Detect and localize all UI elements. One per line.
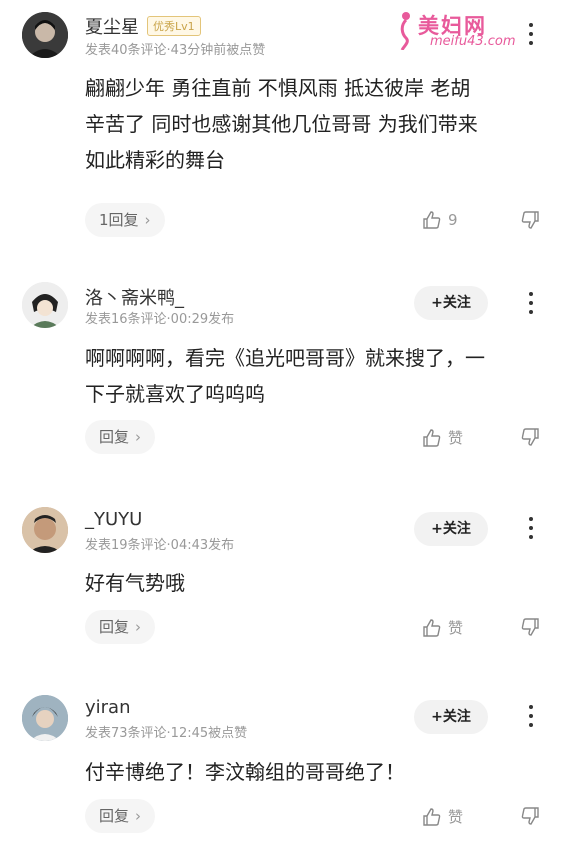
thumbs-down-icon: [521, 807, 539, 825]
comment-meta: 发表19条评论·04:43发布: [85, 538, 235, 553]
username[interactable]: yiran: [85, 697, 131, 718]
more-vertical-icon[interactable]: [524, 516, 538, 542]
thumbs-down-icon: [521, 618, 539, 636]
username[interactable]: _YUYU: [85, 509, 142, 530]
follow-button[interactable]: +关注: [414, 286, 488, 320]
thumbs-down-icon: [521, 211, 539, 229]
avatar[interactable]: [22, 695, 68, 741]
like-button[interactable]: 赞: [422, 806, 463, 827]
comment-item: 夏尘星 优秀Lv1 发表40条评论·43分钟前被点赞 翩翩少年 勇往直前 不惧风雨…: [0, 0, 566, 250]
comment-text: 好有气势哦: [85, 571, 185, 595]
more-vertical-icon[interactable]: [524, 704, 538, 730]
more-vertical-icon[interactable]: [524, 291, 538, 317]
level-badge: 优秀Lv1: [147, 16, 201, 36]
username[interactable]: 洛丶斋米鸭_: [85, 284, 184, 310]
reply-button[interactable]: 回复 ›: [85, 420, 156, 454]
chevron-right-icon: ›: [144, 211, 151, 229]
like-button[interactable]: 赞: [422, 427, 463, 448]
follow-button[interactable]: +关注: [414, 512, 488, 546]
comment-text: 啊啊啊啊，看完《追光吧哥哥》就来搜了，一 下子就喜欢了呜呜呜: [85, 346, 485, 406]
thumbs-up-icon: [423, 618, 441, 637]
avatar[interactable]: [22, 12, 68, 58]
chevron-right-icon: ›: [135, 618, 142, 636]
dislike-button[interactable]: [520, 427, 540, 447]
chevron-right-icon: ›: [135, 428, 142, 446]
comment-text: 付辛博绝了！李汶翰组的哥哥绝了！: [85, 760, 405, 784]
chevron-right-icon: ›: [135, 807, 142, 825]
comment-item: 洛丶斋米鸭_ 发表16条评论·00:29发布 +关注 啊啊啊啊，看完《追光吧哥哥…: [0, 265, 566, 465]
reply-button[interactable]: 回复 ›: [85, 610, 156, 644]
thumbs-up-icon: [423, 211, 441, 229]
follow-button[interactable]: +关注: [414, 700, 488, 734]
reply-button[interactable]: 回复 ›: [85, 799, 156, 833]
thumbs-down-icon: [521, 428, 539, 446]
like-button[interactable]: 赞: [422, 617, 463, 638]
comment-item: _YUYU 发表19条评论·04:43发布 +关注 好有气势哦 回复 › 赞: [0, 490, 566, 660]
comment-meta: 发表16条评论·00:29发布: [85, 312, 235, 327]
avatar[interactable]: [22, 507, 68, 553]
comment-meta: 发表73条评论·12:45被点赞: [85, 726, 248, 741]
more-vertical-icon[interactable]: [524, 22, 538, 48]
username[interactable]: 夏尘星 优秀Lv1: [85, 13, 201, 39]
reply-button[interactable]: 1回复 ›: [85, 203, 165, 237]
avatar[interactable]: [22, 282, 68, 328]
dislike-button[interactable]: [520, 806, 540, 826]
comment-meta: 发表40条评论·43分钟前被点赞: [85, 43, 266, 58]
like-button[interactable]: 9: [422, 210, 458, 230]
comment-text: 翩翩少年 勇往直前 不惧风雨 抵达彼岸 老胡 辛苦了 同时也感谢其他几位哥哥 为我…: [85, 76, 478, 172]
thumbs-up-icon: [423, 807, 441, 826]
dislike-button[interactable]: [520, 617, 540, 637]
thumbs-up-icon: [423, 428, 441, 447]
comment-item: yiran 发表73条评论·12:45被点赞 +关注 付辛博绝了！李汶翰组的哥哥…: [0, 678, 566, 858]
dislike-button[interactable]: [520, 210, 540, 230]
